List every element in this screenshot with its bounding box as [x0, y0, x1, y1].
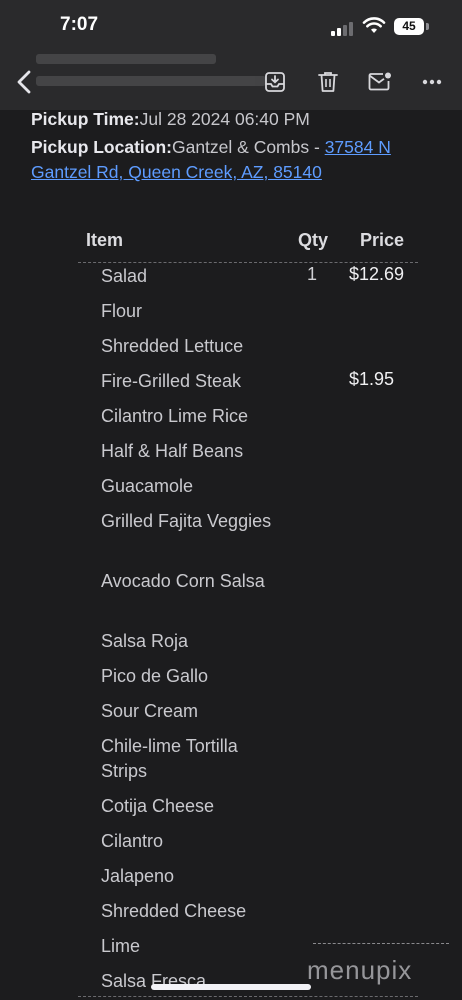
pickup-location-value: Gantzel & Combs - — [171, 137, 325, 157]
back-chevron-icon — [17, 70, 31, 94]
item-name: Salsa Roja — [101, 631, 189, 651]
header-item: Item — [86, 230, 124, 250]
item-name: Cilantro Lime Rice — [101, 406, 249, 426]
item-name: Salad — [101, 266, 148, 286]
item-name: Cilantro — [101, 831, 164, 851]
more-button[interactable] — [416, 66, 448, 98]
mail-header: 7:07 45 — [0, 0, 462, 110]
address-link-line2[interactable]: Gantzel Rd, Queen Creek, AZ, 85140 — [31, 162, 322, 182]
item-name: Guacamole — [101, 476, 194, 496]
item-price: $1.95 — [349, 369, 395, 389]
item-name: Pico de Gallo — [101, 666, 209, 686]
battery-indicator: 45 — [394, 18, 424, 35]
wifi-icon — [362, 17, 386, 33]
pickup-location-block: Pickup Location:Gantzel & Combs - 37584 … — [31, 135, 451, 185]
item-name: Sour Cream — [101, 701, 199, 721]
item-name: Shredded Lettuce — [101, 336, 244, 356]
status-bar: 7:07 45 — [0, 0, 462, 54]
archive-icon — [265, 72, 285, 92]
pickup-time-line: Pickup Time:Jul 28 2024 06:40 PM — [31, 107, 451, 132]
pickup-time-label: Pickup Time: — [31, 109, 140, 129]
item-qty: 1 — [307, 264, 318, 284]
battery-cap — [426, 23, 429, 30]
item-name: Avocado Corn Salsa — [101, 571, 265, 591]
item-name: Grilled Fajita Veggies — [101, 511, 272, 531]
address-link-line1[interactable]: 37584 N — [325, 137, 391, 157]
trash-icon — [318, 72, 338, 92]
item-name: Flour — [101, 301, 143, 321]
item-name: Lime — [101, 936, 141, 956]
cellular-signal-icon — [331, 20, 357, 36]
header-price: Price — [360, 230, 405, 250]
header-qty: Qty — [298, 230, 329, 250]
item-name: Cotija Cheese — [101, 796, 215, 816]
item-name: Fire-Grilled Steak — [101, 371, 242, 391]
item-name: Half & Half Beans — [101, 441, 244, 461]
home-indicator[interactable] — [151, 984, 311, 990]
watermark: menupix — [307, 955, 413, 985]
scrolled-content-ghost — [36, 54, 266, 102]
pickup-time-value: Jul 28 2024 06:40 PM — [139, 109, 310, 129]
item-name: Salsa Fresca — [101, 971, 207, 991]
table-bottom-divider — [78, 996, 418, 997]
item-name: Chile-lime Tortilla Strips — [101, 736, 238, 781]
item-name: Shredded Cheese — [101, 901, 247, 921]
pickup-location-label: Pickup Location: — [31, 137, 172, 157]
delete-button[interactable] — [312, 66, 344, 98]
more-icon — [422, 79, 442, 85]
status-time: 7:07 — [60, 14, 99, 35]
mark-unread-button[interactable] — [364, 66, 396, 98]
header-divider — [78, 262, 418, 263]
mark-unread-icon — [368, 72, 391, 91]
item-price: $12.69 — [349, 264, 405, 284]
watermark-divider — [313, 943, 449, 944]
item-name: Jalapeno — [101, 866, 175, 886]
